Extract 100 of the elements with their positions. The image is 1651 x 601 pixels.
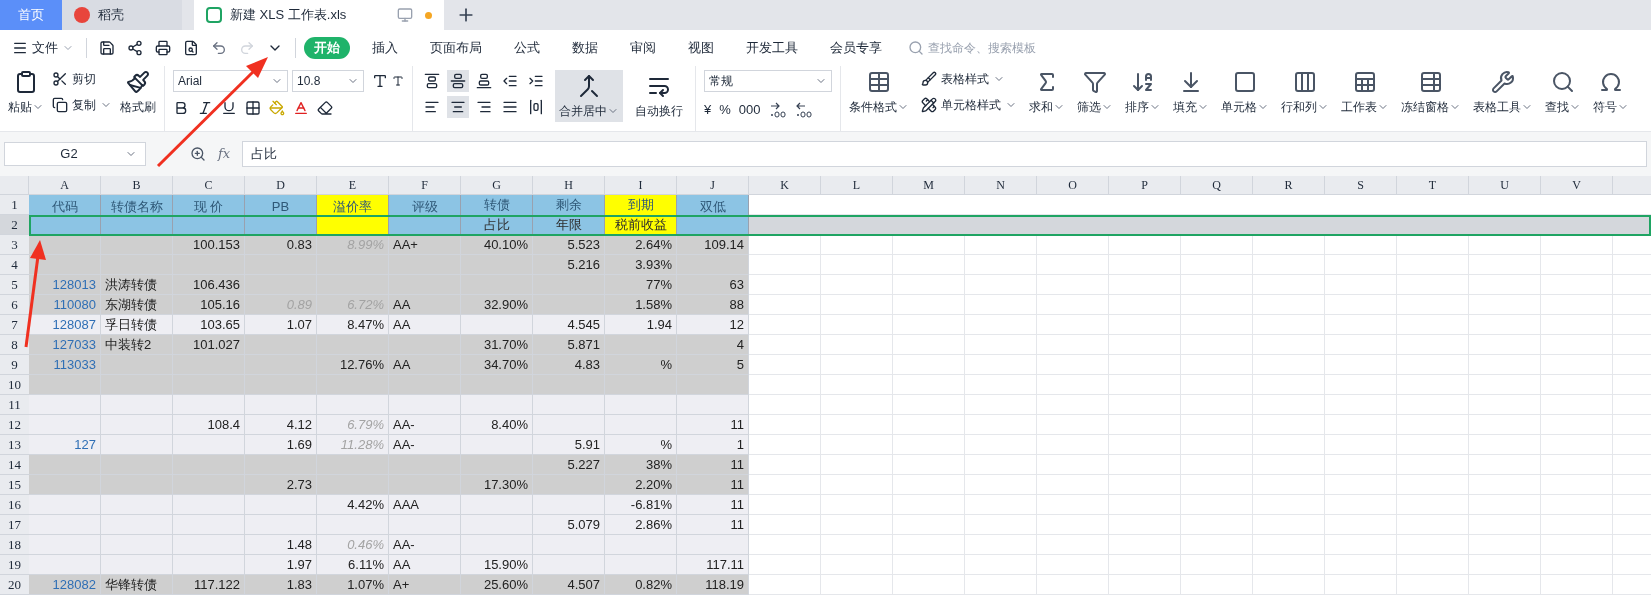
column-header[interactable]: N <box>965 176 1037 194</box>
borders-icon[interactable] <box>245 100 261 116</box>
row-header[interactable]: 10 <box>0 375 29 395</box>
column-header[interactable]: T <box>1397 176 1469 194</box>
ribbon-tool-button[interactable]: 求和 <box>1029 70 1065 116</box>
number-format-field[interactable]: 常规 <box>704 70 832 92</box>
ribbon-tool-button[interactable]: 条件格式 <box>849 70 909 116</box>
ribbon-tool-button[interactable]: 单元格 <box>1221 70 1269 116</box>
ribbon-tab[interactable]: 审阅 <box>620 37 666 59</box>
grow-font-icon[interactable] <box>372 73 388 89</box>
ribbon-tool-button[interactable]: 工作表 <box>1341 70 1389 116</box>
row-header[interactable]: 6 <box>0 295 29 315</box>
style-button[interactable]: 单元格样式 <box>921 96 1017 114</box>
ribbon-tab[interactable]: 公式 <box>504 37 550 59</box>
align-center-button[interactable] <box>447 96 469 118</box>
ribbon-tool-button[interactable]: 冻结窗格 <box>1401 70 1461 116</box>
row-header[interactable]: 19 <box>0 555 29 575</box>
ribbon-tool-button[interactable]: 表格工具 <box>1473 70 1533 116</box>
format-painter-button[interactable]: 格式刷 <box>120 66 156 116</box>
column-header[interactable]: S <box>1325 176 1397 194</box>
row-header[interactable]: 9 <box>0 355 29 375</box>
column-header[interactable]: K <box>749 176 821 194</box>
column-header[interactable]: G <box>461 176 533 194</box>
row-header[interactable]: 20 <box>0 575 29 595</box>
ribbon-tool-button[interactable]: 查找 <box>1545 70 1581 116</box>
column-header[interactable]: O <box>1037 176 1109 194</box>
row-header[interactable]: 12 <box>0 415 29 435</box>
save-icon[interactable] <box>99 40 115 56</box>
column-header[interactable]: V <box>1541 176 1613 194</box>
column-header[interactable]: Q <box>1181 176 1253 194</box>
monitor-icon[interactable] <box>397 7 413 23</box>
bold-icon[interactable] <box>173 100 189 116</box>
font-color-icon[interactable] <box>293 100 309 116</box>
row-header[interactable]: 11 <box>0 395 29 415</box>
undo-icon[interactable] <box>211 40 227 56</box>
row-header[interactable]: 3 <box>0 235 29 255</box>
row-header[interactable]: 15 <box>0 475 29 495</box>
fill-color-icon[interactable] <box>269 100 285 116</box>
shrink-font-icon[interactable] <box>392 75 404 87</box>
number-format-button[interactable]: 000 <box>738 100 761 120</box>
ribbon-tool-button[interactable]: 行和列 <box>1281 70 1329 116</box>
font-size-field[interactable]: 10.8 <box>292 70 364 92</box>
ribbon-tab[interactable]: 插入 <box>362 37 408 59</box>
column-header[interactable]: U <box>1469 176 1541 194</box>
ribbon-tool-button[interactable]: 筛选 <box>1077 70 1113 116</box>
column-header[interactable]: J <box>677 176 749 194</box>
row-header[interactable]: 8 <box>0 335 29 355</box>
column-header[interactable]: E <box>317 176 389 194</box>
column-header[interactable]: C <box>173 176 245 194</box>
print-icon[interactable] <box>155 40 171 56</box>
column-header[interactable]: H <box>533 176 605 194</box>
decrease-decimal-icon[interactable] <box>794 101 813 118</box>
row-header[interactable]: 2 <box>0 215 29 235</box>
formula-field[interactable]: 占比 <box>242 141 1647 167</box>
ribbon-tab[interactable]: 开发工具 <box>736 37 808 59</box>
column-header[interactable]: F <box>389 176 461 194</box>
row-header[interactable]: 18 <box>0 535 29 555</box>
zoom-icon[interactable] <box>190 146 206 162</box>
column-header[interactable]: A <box>29 176 101 194</box>
wrap-text-button[interactable]: 自动换行 <box>631 70 687 122</box>
column-header[interactable]: L <box>821 176 893 194</box>
row-header[interactable]: 13 <box>0 435 29 455</box>
print-preview-icon[interactable] <box>183 40 199 56</box>
number-format-button[interactable]: % <box>719 100 731 120</box>
row-header[interactable]: 1 <box>0 195 29 215</box>
function-button[interactable]: fx <box>218 144 231 164</box>
column-header[interactable]: M <box>893 176 965 194</box>
font-name-field[interactable]: Arial <box>173 70 288 92</box>
row-header[interactable]: 14 <box>0 455 29 475</box>
align-middle-button[interactable] <box>447 70 469 92</box>
command-search-field[interactable]: 查找命令、搜索模板 <box>908 39 1068 57</box>
row-header[interactable]: 5 <box>0 275 29 295</box>
merge-center-button[interactable]: 合并居中 <box>555 70 623 122</box>
document-tab[interactable]: 新建 XLS 工作表.xls <box>194 0 444 30</box>
copy-button[interactable]: 复制 <box>52 96 112 114</box>
ribbon-tab[interactable]: 数据 <box>562 37 608 59</box>
cut-button[interactable]: 剪切 <box>52 70 112 88</box>
number-format-button[interactable]: ¥ <box>704 100 712 120</box>
file-menu[interactable]: 文件 <box>8 38 78 58</box>
eraser-icon[interactable] <box>317 100 333 116</box>
column-header[interactable]: P <box>1109 176 1181 194</box>
document-tab[interactable]: 稻壳 <box>62 0 182 30</box>
ribbon-tool-button[interactable]: 符号 <box>1593 70 1629 116</box>
paste-button[interactable]: 粘贴 <box>8 66 44 116</box>
ribbon-tool-button[interactable]: 填充 <box>1173 70 1209 116</box>
column-header[interactable]: B <box>101 176 173 194</box>
style-button[interactable]: 表格样式 <box>921 70 1017 88</box>
ribbon-tool-button[interactable]: 排序 <box>1125 70 1161 116</box>
row-header[interactable]: 4 <box>0 255 29 275</box>
row-header[interactable]: 16 <box>0 495 29 515</box>
ribbon-tab[interactable]: 页面布局 <box>420 37 492 59</box>
share-icon[interactable] <box>127 40 143 56</box>
column-header[interactable]: I <box>605 176 677 194</box>
italic-icon[interactable] <box>197 100 213 116</box>
column-header[interactable]: D <box>245 176 317 194</box>
ribbon-tab[interactable]: 视图 <box>678 37 724 59</box>
column-header[interactable]: R <box>1253 176 1325 194</box>
increase-decimal-icon[interactable] <box>768 101 787 118</box>
underline-icon[interactable] <box>221 100 237 116</box>
row-header[interactable]: 7 <box>0 315 29 335</box>
